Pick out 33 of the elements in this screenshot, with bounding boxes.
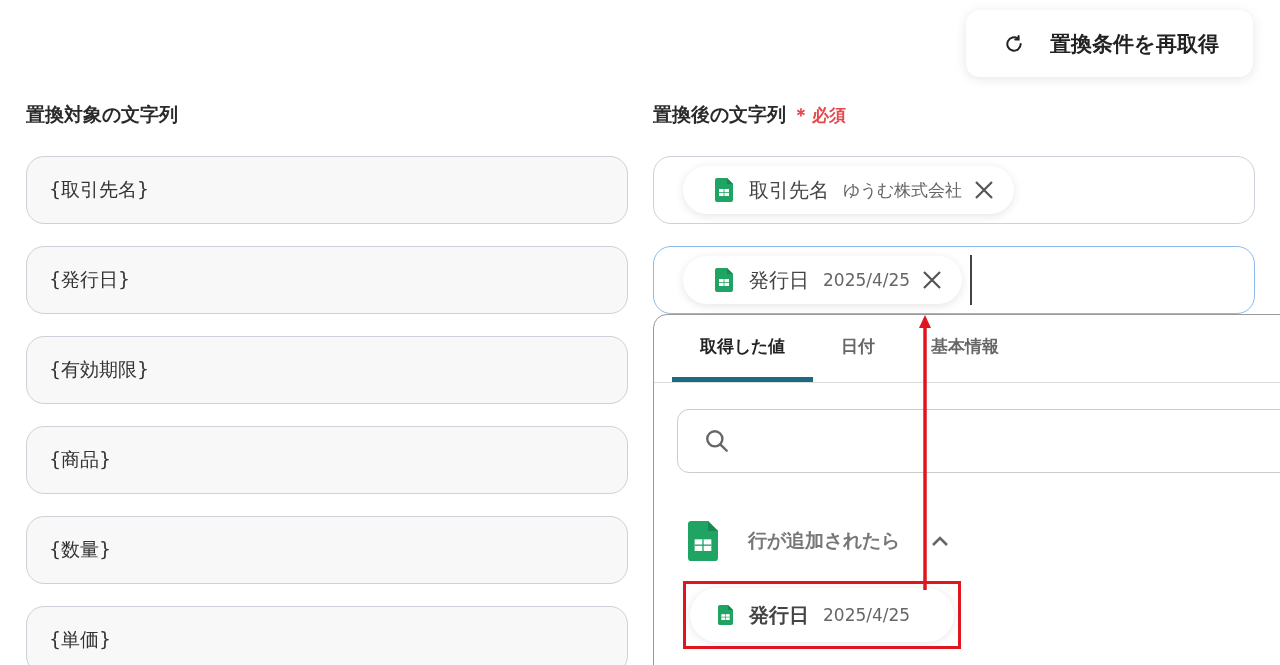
close-icon[interactable] <box>922 270 943 290</box>
input-field[interactable]: {発行日} <box>26 246 628 314</box>
input-field[interactable]: {単価} <box>26 606 628 665</box>
required-label: 必須 <box>812 103 846 127</box>
spreadsheet-icon <box>715 178 733 202</box>
variable-name: 取引先名 <box>749 176 829 204</box>
group-header[interactable]: 行が追加されたら <box>688 521 950 561</box>
variable-name: 発行日 <box>749 266 809 294</box>
spreadsheet-icon <box>715 268 733 292</box>
column-label: 置換対象の文字列 <box>26 102 178 127</box>
tab[interactable]: 取得した値 <box>672 315 813 382</box>
input-field[interactable]: {数量} <box>26 516 628 584</box>
text-cursor <box>970 255 973 305</box>
required-mark: ＊ <box>792 103 810 127</box>
variable-value: ゆうむ株式会社 <box>843 178 962 202</box>
column-label: 置換後の文字列 <box>653 102 786 127</box>
input-field[interactable]: 取引先名 ゆうむ株式会社 <box>653 156 1255 224</box>
search-field[interactable] <box>677 409 1280 473</box>
refresh-button[interactable]: 置換条件を再取得 <box>966 10 1253 77</box>
input-field[interactable]: 発行日 2025/4/25 <box>653 246 1255 314</box>
tab[interactable]: 日付 <box>813 315 903 382</box>
spreadsheet-icon <box>718 605 733 625</box>
spreadsheet-icon <box>688 521 718 561</box>
search-icon <box>704 428 730 454</box>
chevron-icon <box>930 534 950 548</box>
variable-value: 2025/4/25 <box>823 270 911 290</box>
input-field[interactable]: {取引先名} <box>26 156 628 224</box>
list-item[interactable]: 発行日 2025/4/25 <box>690 588 955 642</box>
close-icon[interactable] <box>974 180 994 200</box>
input-field[interactable]: {有効期限} <box>26 336 628 404</box>
tab[interactable]: 基本情報 <box>903 315 1027 382</box>
refresh-icon <box>1004 33 1024 54</box>
input-field[interactable]: {商品} <box>26 426 628 494</box>
